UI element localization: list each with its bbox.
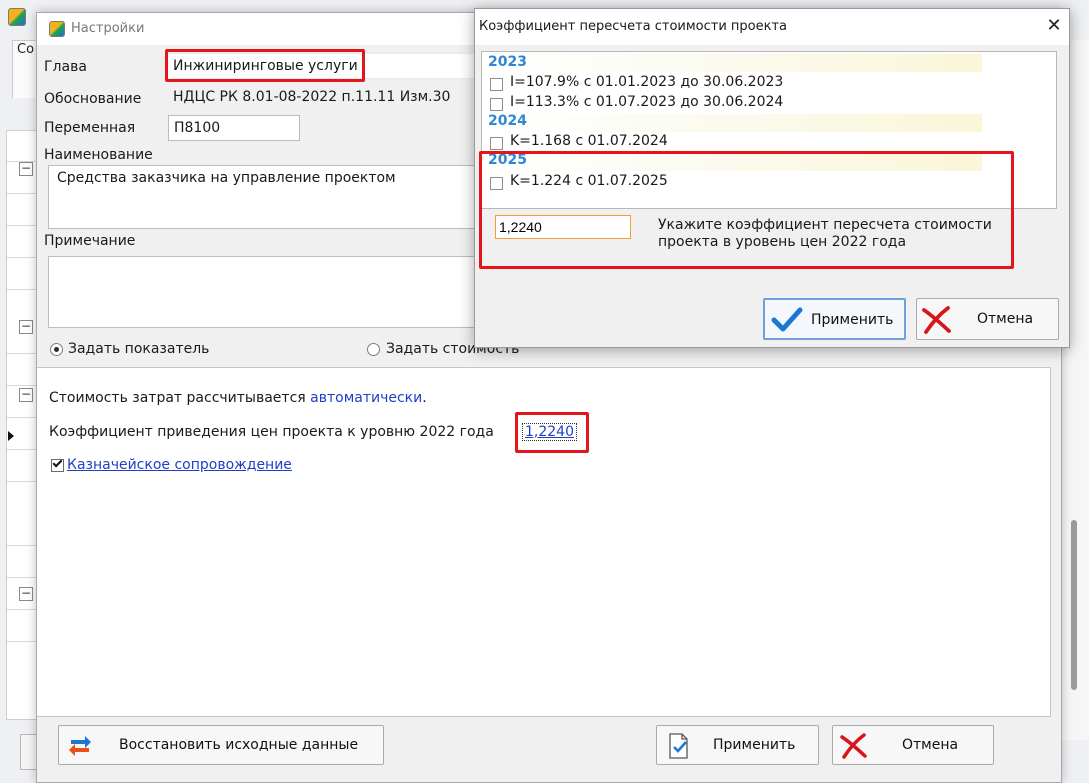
restore-button[interactable]: Восстановить исходные данные	[58, 725, 384, 765]
app-logo-icon	[8, 8, 26, 26]
variable-label: Переменная	[44, 120, 136, 136]
background-scrollbar[interactable]	[1071, 520, 1077, 690]
cost-panel: Стоимость затрат рассчитывается автомати…	[37, 367, 1051, 717]
chapter-label: Глава	[44, 59, 87, 75]
basis-label: Обоснование	[44, 91, 142, 107]
collapse-group-icon[interactable]: −	[19, 320, 33, 334]
coef-checkbox[interactable]	[490, 177, 503, 190]
document-check-icon	[669, 733, 688, 759]
treasury-link[interactable]: Казначейское сопровождение	[67, 457, 292, 473]
collapse-group-icon[interactable]: −	[19, 162, 33, 176]
year-band	[482, 114, 982, 132]
set-indicator-radio[interactable]	[50, 343, 63, 356]
coef-label: Коэффициент приведения цен проекта к уро…	[49, 424, 494, 440]
name-value: Средства заказчика на управление проекто…	[57, 170, 396, 186]
name-label: Наименование	[44, 147, 153, 163]
cost-calc-text: Стоимость затрат рассчитывается автомати…	[49, 390, 427, 406]
note-textarea[interactable]	[48, 256, 478, 328]
settings-apply-label: Применить	[713, 737, 796, 753]
settings-cancel-label: Отмена	[902, 737, 959, 753]
coef-option-label[interactable]: I=107.9% с 01.01.2023 до 30.06.2023	[510, 74, 783, 90]
coef-apply-button[interactable]: Применить	[763, 298, 906, 340]
note-label: Примечание	[44, 233, 136, 249]
year-header-2023: 2023	[488, 54, 527, 70]
year-band	[482, 153, 982, 171]
coefficient-hint: Укажите коэффициент пересчета стоимости …	[658, 217, 992, 250]
chapter-value: Инжиниринговые услуги	[173, 58, 358, 74]
variable-value: П8100	[174, 120, 221, 136]
coef-option-label[interactable]: K=1.168 с 01.07.2024	[510, 133, 668, 149]
app-logo-icon	[49, 21, 65, 37]
coefficient-dialog: Коэффициент пересчета стоимости проекта …	[474, 8, 1070, 348]
restore-button-label: Восстановить исходные данные	[119, 737, 359, 753]
coef-cancel-label: Отмена	[977, 311, 1034, 327]
cancel-x-icon	[840, 733, 867, 759]
coefficient-title: Коэффициент пересчета стоимости проекта	[479, 19, 788, 34]
coefficient-input[interactable]	[495, 215, 631, 239]
treasury-checkbox[interactable]	[51, 457, 64, 472]
settings-cancel-button[interactable]: Отмена	[832, 725, 994, 765]
cost-calc-dot: .	[422, 390, 427, 406]
coefficient-list: 2023 I=107.9% с 01.01.2023 до 30.06.2023…	[481, 51, 1057, 209]
coef-apply-label: Применить	[811, 312, 894, 328]
variable-field[interactable]: П8100	[168, 115, 300, 141]
basis-field[interactable]: НДЦС РК 8.01-08-2022 п.11.11 Изм.30	[167, 84, 477, 110]
coef-checkbox[interactable]	[490, 98, 503, 111]
coef-checkbox[interactable]	[490, 137, 503, 150]
restore-icon	[69, 736, 91, 756]
coef-checkbox[interactable]	[490, 78, 503, 91]
settings-apply-button[interactable]: Применить	[656, 725, 819, 765]
coef-option-label[interactable]: K=1.224 с 01.07.2025	[510, 173, 668, 189]
year-header-2025: 2025	[488, 152, 527, 168]
collapse-group-icon[interactable]: −	[19, 587, 33, 601]
close-icon[interactable]: ✕	[1043, 15, 1065, 37]
set-cost-radio[interactable]	[367, 343, 380, 356]
checkmark-icon	[771, 307, 803, 332]
background-tab-label: Со	[17, 42, 35, 57]
coef-cancel-button[interactable]: Отмена	[916, 298, 1059, 340]
cost-calc-prefix: Стоимость затрат рассчитывается	[49, 390, 306, 406]
collapse-group-icon[interactable]: −	[19, 388, 33, 402]
background-grid: − − − −	[6, 130, 39, 720]
automatic-link[interactable]: автоматически	[310, 390, 422, 406]
row-pointer-icon	[8, 431, 14, 441]
coef-option-label[interactable]: I=113.3% с 01.07.2023 до 30.06.2024	[510, 94, 783, 110]
basis-value: НДЦС РК 8.01-08-2022 п.11.11 Изм.30	[173, 89, 451, 105]
year-band	[482, 54, 982, 72]
set-indicator-label[interactable]: Задать показатель	[68, 341, 209, 357]
name-textarea[interactable]: Средства заказчика на управление проекто…	[48, 165, 478, 229]
coef-value-link[interactable]: 1,2240	[522, 423, 577, 441]
year-header-2024: 2024	[488, 113, 527, 129]
cancel-x-icon	[922, 306, 951, 334]
settings-title: Настройки	[71, 21, 145, 36]
